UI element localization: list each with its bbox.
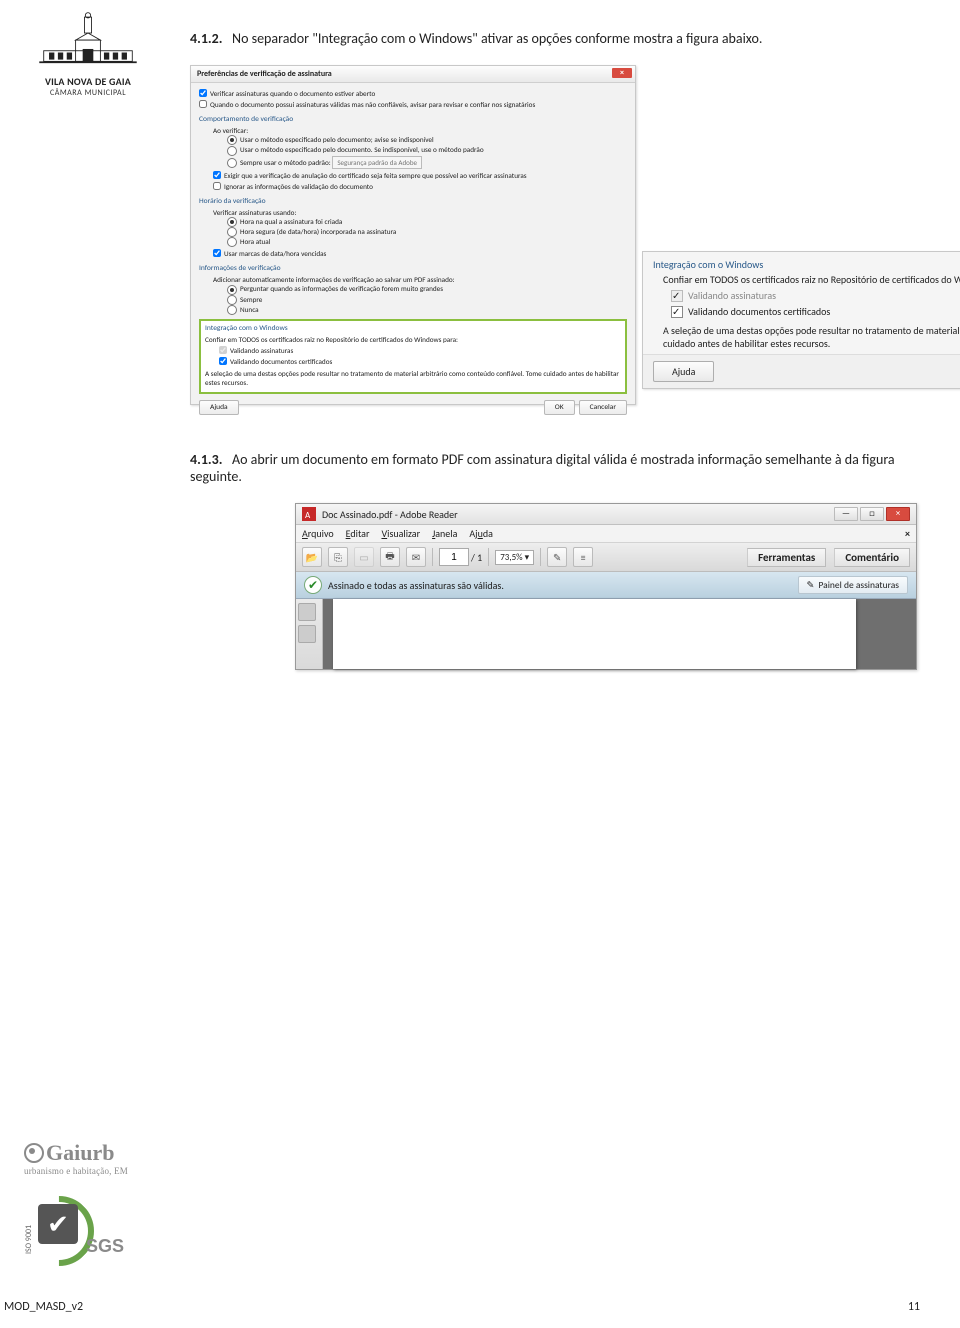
pdf-icon: A (302, 507, 316, 521)
radio-method-doc-default[interactable] (227, 146, 237, 156)
municipal-logo: VILA NOVA DE GAIA CÂMARA MUNICIPAL (24, 10, 152, 98)
document-close-icon[interactable]: × (905, 527, 910, 540)
zoom-select[interactable]: 73,5% ▾ (495, 550, 534, 565)
radio-method-doc-warn[interactable] (227, 135, 237, 145)
minimize-button[interactable]: — (834, 507, 858, 521)
disabled-icon: ▭ (354, 547, 374, 567)
callout-warning: A seleção de uma destas opções pode resu… (663, 324, 960, 350)
para-num: 4.1.3. (190, 451, 223, 468)
radio-info-never[interactable] (227, 305, 237, 315)
section-behavior: Comportamento de verificação (199, 115, 627, 124)
section-info: Informações de verificação (199, 264, 627, 273)
paragraph-413: 4.1.3. Ao abrir um documento em formato … (190, 451, 910, 485)
chk-verify-on-open[interactable]: Verificar assinaturas quando o documento… (199, 89, 627, 98)
menu-visualizar[interactable]: Visualizar (381, 527, 420, 540)
check-icon: ✔ (38, 1204, 78, 1244)
save-icon[interactable]: ⎘ (328, 547, 348, 567)
window-close-button[interactable]: × (886, 507, 910, 521)
chk-validate-signatures-small[interactable]: Validando assinaturas (219, 346, 621, 355)
callout-desc: Confiar em TODOS os certificados raiz no… (663, 273, 960, 286)
svg-text:A: A (305, 510, 311, 521)
close-icon[interactable]: × (612, 68, 632, 78)
chk-warn-untrusted[interactable]: Quando o documento possui assinaturas vá… (199, 100, 627, 109)
org-sub: CÂMARA MUNICIPAL (24, 88, 152, 98)
chk-require-revocation[interactable]: Exigir que a verificação de anulação do … (213, 171, 627, 180)
paragraph-412: 4.1.2. No separador "Integração com o Wi… (190, 30, 910, 47)
page-number: 11 (908, 1300, 920, 1314)
menubar: AArquivorquivo Editar Visualizar Janela … (296, 525, 916, 543)
radio-info-always[interactable] (227, 295, 237, 305)
building-icon (33, 10, 143, 72)
footer-logos: Gaiurb urbanismo e habitação, EM ✔ SGS I… (24, 1140, 128, 1268)
chk-validate-certified[interactable]: Validando documentos certificados (671, 305, 960, 318)
sgs-badge: ✔ SGS ISO 9001 (24, 1190, 124, 1268)
document-area (323, 599, 916, 669)
windows-integration-highlight: Integração com o Windows Confiar em TODO… (199, 319, 627, 394)
page-footer: MOD_MASD_v2 11 (0, 1300, 960, 1314)
pen-icon: ✎ (807, 579, 815, 591)
callout-title: Integração com o Windows (653, 258, 960, 271)
email-icon[interactable]: ✉ (406, 547, 426, 567)
windows-integration-callout: Integração com o Windows Confiar em TODO… (642, 251, 960, 389)
open-icon[interactable]: 📂 (302, 547, 322, 567)
radio-time-current[interactable] (227, 237, 237, 247)
section-time: Horário da verificação (199, 197, 627, 206)
sign-icon[interactable]: ✎ (547, 547, 567, 567)
radio-info-ask[interactable] (227, 285, 237, 295)
cancel-button[interactable]: Cancelar (579, 400, 627, 415)
page-input[interactable] (439, 548, 469, 566)
toolbar: 📂 ⎘ ▭ 🖶 ✉ / 1 73,5% ▾ ✎ ≡ Ferramentas (296, 543, 916, 572)
side-panel (296, 599, 323, 669)
chk-expired-timestamps[interactable]: Usar marcas de data/hora vencidas (213, 249, 627, 258)
radio-time-secure[interactable] (227, 227, 237, 237)
signature-valid-icon: ✔ (304, 576, 322, 594)
chk-validate-certified-small[interactable]: Validando documentos certificados (219, 357, 621, 366)
dialog-titlebar: Preferências de verificação de assinatur… (191, 66, 635, 83)
org-name: VILA NOVA DE GAIA (24, 75, 152, 88)
signature-message: Assinado e todas as assinaturas são váli… (328, 579, 504, 592)
doc-code: MOD_MASD_v2 (4, 1300, 83, 1314)
thumbnails-icon[interactable] (298, 603, 316, 621)
signature-panel-button[interactable]: ✎ Painel de assinaturas (798, 576, 909, 594)
radio-method-always[interactable] (227, 158, 237, 168)
help-button[interactable]: Ajuda (199, 400, 239, 415)
chk-validate-signatures[interactable]: Validando assinaturas (671, 289, 960, 302)
radio-time-created[interactable] (227, 217, 237, 227)
para-text: Ao abrir um documento em formato PDF com… (190, 451, 895, 485)
menu-janela[interactable]: Janela (432, 527, 457, 540)
maximize-button[interactable]: □ (860, 507, 884, 521)
ok-button[interactable]: OK (544, 400, 575, 415)
leaf-icon (24, 1143, 44, 1163)
menu-editar[interactable]: Editar (346, 527, 370, 540)
titlebar: A Doc Assinado.pdf - Adobe Reader — □ × (296, 504, 916, 525)
para-text: No separador "Integração com o Windows" … (232, 30, 762, 47)
menu-arquivo[interactable]: AArquivorquivo (302, 527, 334, 540)
more-icon[interactable]: ≡ (573, 547, 593, 567)
default-method-select[interactable]: Segurança padrão da Adobe (332, 156, 422, 169)
print-icon[interactable]: 🖶 (380, 547, 400, 567)
callout-help-button[interactable]: Ajuda (653, 361, 714, 382)
adobe-reader-window: A Doc Assinado.pdf - Adobe Reader — □ × … (295, 503, 917, 670)
document-page (333, 599, 856, 669)
signature-bar: ✔ Assinado e todas as assinaturas são vá… (296, 572, 916, 599)
menu-ajuda[interactable]: Ajuda (469, 527, 493, 540)
page-navigator[interactable]: / 1 (439, 548, 482, 566)
para-num: 4.1.2. (190, 30, 223, 47)
chk-ignore-validation[interactable]: Ignorar as informações de validação do d… (213, 182, 627, 191)
preferences-dialog: Preferências de verificação de assinatur… (190, 65, 636, 405)
comment-button[interactable]: Comentário (834, 548, 910, 567)
gaiurb-logo: Gaiurb urbanismo e habitação, EM (24, 1140, 128, 1176)
bookmarks-icon[interactable] (298, 625, 316, 643)
tools-button[interactable]: Ferramentas (747, 548, 826, 567)
